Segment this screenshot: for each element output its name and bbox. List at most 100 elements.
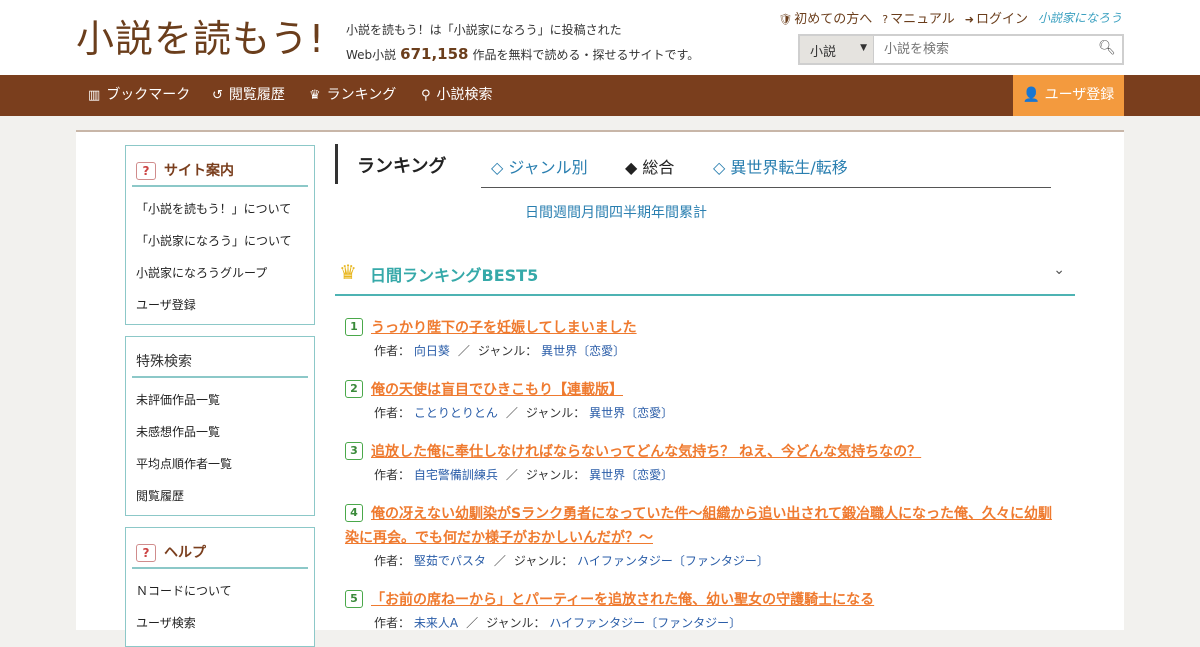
manual-link[interactable]: ? マニュアル bbox=[882, 8, 954, 27]
sidebar-item-avg-authors[interactable]: 平均点順作者一覧 bbox=[126, 448, 314, 480]
sidebar-item-unrated[interactable]: 未評価作品一覧 bbox=[126, 384, 314, 416]
entry-title[interactable]: うっかり陛下の子を妊娠してしまいました bbox=[371, 320, 637, 336]
entry-meta: 作者： 未来人A ／ ジャンル： ハイファンタジー〔ファンタジー〕 bbox=[374, 614, 1065, 631]
user-icon: 👤 bbox=[1022, 87, 1045, 103]
chevron-down-icon[interactable]: ⌄ bbox=[1053, 262, 1065, 278]
period-daily[interactable]: 日間 bbox=[525, 202, 553, 222]
entry-genre[interactable]: ハイファンタジー〔ファンタジー〕 bbox=[577, 554, 769, 568]
tab-underline bbox=[481, 187, 1051, 188]
author-label: 作者： bbox=[374, 344, 411, 358]
bookmark-icon: ▥ bbox=[88, 88, 101, 103]
nav-history[interactable]: ↺ 閲覧履歴 bbox=[212, 75, 285, 116]
nav-bookmark[interactable]: ▥ ブックマーク bbox=[88, 75, 190, 116]
user-register-button[interactable]: 👤 ユーザ登録 bbox=[1013, 75, 1124, 116]
entry-title[interactable]: 俺の天使は盲目でひきこもり【連載版】 bbox=[371, 382, 623, 398]
search-category-select[interactable]: 小説 ▼ bbox=[800, 36, 874, 63]
meta-separator: ／ bbox=[505, 468, 518, 482]
entry-author[interactable]: 未来人A bbox=[414, 616, 458, 630]
ranking-entry: 4 俺の冴えない幼馴染がSランク勇者になっていた件～組織から追い出されて鍛冶職人に… bbox=[345, 502, 1065, 569]
ranking-entry: 2 俺の天使は盲目でひきこもり【連載版】 作者： ことりとりとん ／ ジャンル： 異世… bbox=[345, 378, 1065, 421]
genre-label: ジャンル： bbox=[486, 616, 546, 630]
help-circle-icon: ? bbox=[882, 13, 889, 26]
login-link-label: ログイン bbox=[975, 12, 1028, 27]
genre-label: ジャンル： bbox=[477, 344, 538, 358]
user-register-label: ユーザ登録 bbox=[1044, 87, 1115, 103]
crown-icon: ♛ bbox=[309, 88, 321, 103]
entry-meta: 作者： 向日葵 ／ ジャンル： 異世界〔恋愛〕 bbox=[374, 342, 1065, 359]
author-label: 作者： bbox=[374, 468, 411, 482]
period-total[interactable]: 累計 bbox=[679, 202, 707, 222]
rank-number: 1 bbox=[345, 318, 363, 336]
rank-number: 5 bbox=[345, 590, 363, 608]
special-search-title: 特殊検索 bbox=[132, 345, 308, 378]
help-list: Ｎコードについて ユーザ検索 bbox=[126, 569, 314, 645]
search-bar: 小説 ▼ 🔍︎ bbox=[798, 34, 1124, 65]
nav-ranking[interactable]: ♛ ランキング bbox=[309, 75, 396, 116]
ranking-header: ランキング ◇ ジャンル別 ◆ 総合 ◇ 異世界転生/転移 bbox=[335, 144, 1053, 188]
sidebar-item-about-narou[interactable]: 「小説家になろう」について bbox=[126, 225, 314, 257]
entry-author[interactable]: ことりとりとん bbox=[414, 406, 498, 420]
work-count: 671,158 bbox=[400, 45, 469, 63]
content-panel: ? サイト案内 「小説を読もう！」について 「小説家になろう」について 小説家にな… bbox=[76, 130, 1124, 647]
narou-partner-logo[interactable]: 小説家になろう bbox=[1038, 9, 1122, 26]
main-nav: ▥ ブックマーク ↺ 閲覧履歴 ♛ ランキング ⚲ 小説検索 👤 ユーザ登録 bbox=[0, 75, 1200, 116]
special-search-list: 未評価作品一覧 未感想作品一覧 平均点順作者一覧 閲覧履歴 bbox=[126, 378, 314, 518]
sidebar-item-user-search[interactable]: ユーザ検索 bbox=[126, 607, 314, 639]
manual-link-label: マニュアル bbox=[890, 12, 955, 27]
login-link[interactable]: ➜ ログイン bbox=[965, 8, 1028, 27]
sidebar-item-narou-group[interactable]: 小説家になろうグループ bbox=[126, 257, 314, 289]
entry-author[interactable]: 向日葵 bbox=[414, 344, 450, 358]
meta-separator: ／ bbox=[457, 344, 470, 358]
rank-number: 2 bbox=[345, 380, 363, 398]
best5-header[interactable]: ♛ 日間ランキングBEST5 ⌄ bbox=[335, 250, 1075, 296]
search-button[interactable]: 🔍︎ bbox=[1092, 36, 1122, 63]
entry-title[interactable]: 「お前の席ねーから」とパーティーを追放された俺、幼い聖女の守護騎士になる bbox=[371, 592, 874, 608]
period-tabs: 日間 週間 月間 四半期 年間 累計 bbox=[525, 202, 707, 222]
tab-isekai[interactable]: ◇ 異世界転生/転移 bbox=[713, 154, 848, 178]
author-label: 作者： bbox=[374, 616, 411, 630]
sidebar-item-ncode[interactable]: Ｎコードについて bbox=[126, 575, 314, 607]
entry-meta: 作者： 自宅警備訓練兵 ／ ジャンル： 異世界〔恋愛〕 bbox=[374, 466, 1065, 483]
site-logo[interactable]: 小説を読もう! bbox=[76, 14, 325, 64]
meta-separator: ／ bbox=[493, 554, 506, 568]
tab-genre[interactable]: ◇ ジャンル別 bbox=[491, 154, 588, 178]
sidebar-item-history[interactable]: 閲覧履歴 bbox=[126, 480, 314, 512]
period-monthly[interactable]: 月間 bbox=[581, 202, 609, 222]
period-yearly[interactable]: 年間 bbox=[651, 202, 679, 222]
site-header: 小説を読もう! 小説を読もう！は「小説家になろう」に投稿された Web小説 671… bbox=[0, 0, 1200, 75]
ranking-entry: 3 追放した俺に奉仕しなければならないってどんな気持ち？ ねえ、今どんな気持ちなの… bbox=[345, 440, 1065, 483]
genre-label: ジャンル： bbox=[525, 468, 586, 482]
rank-number: 3 bbox=[345, 442, 363, 460]
tab-overall[interactable]: ◆ 総合 bbox=[625, 154, 674, 178]
entry-genre[interactable]: 異世界〔恋愛〕 bbox=[541, 344, 625, 358]
special-search-box: 特殊検索 未評価作品一覧 未感想作品一覧 平均点順作者一覧 閲覧履歴 bbox=[125, 336, 315, 516]
nav-history-label: 閲覧履歴 bbox=[228, 87, 285, 103]
ranking-label: ランキング bbox=[357, 156, 447, 177]
entry-genre[interactable]: 異世界〔恋愛〕 bbox=[589, 406, 673, 420]
tagline: 小説を読もう！は「小説家になろう」に投稿された Web小説 671,158 作品を無… bbox=[346, 18, 699, 67]
help-box: ? ヘルプ Ｎコードについて ユーザ検索 bbox=[125, 527, 315, 647]
period-weekly[interactable]: 週間 bbox=[553, 202, 581, 222]
genre-label: ジャンル： bbox=[513, 554, 574, 568]
entry-author[interactable]: 堅茹でパスタ bbox=[414, 554, 486, 568]
sidebar-item-about-yomou[interactable]: 「小説を読もう！」について bbox=[126, 193, 314, 225]
nav-bookmark-label: ブックマーク bbox=[106, 87, 191, 103]
author-label: 作者： bbox=[374, 406, 411, 420]
beginners-link[interactable]: 🛡 初めての方へ bbox=[778, 8, 872, 27]
entry-title[interactable]: 追放した俺に奉仕しなければならないってどんな気持ち？ ねえ、今どんな気持ちなの？ bbox=[371, 444, 921, 460]
search-input[interactable] bbox=[874, 36, 1092, 63]
crown-icon: ♛ bbox=[339, 260, 357, 284]
entry-author[interactable]: 自宅警備訓練兵 bbox=[414, 468, 498, 482]
period-quarterly[interactable]: 四半期 bbox=[609, 202, 651, 222]
site-guide-list: 「小説を読もう！」について 「小説家になろう」について 小説家になろうグループ … bbox=[126, 187, 314, 327]
meta-separator: ／ bbox=[505, 406, 518, 420]
search-icon: ⚲ bbox=[421, 88, 431, 103]
entry-genre[interactable]: ハイファンタジー〔ファンタジー〕 bbox=[549, 616, 741, 630]
sidebar-item-no-review[interactable]: 未感想作品一覧 bbox=[126, 416, 314, 448]
ranking-entry: 1 うっかり陛下の子を妊娠してしまいました 作者： 向日葵 ／ ジャンル： 異世界〔恋… bbox=[345, 316, 1065, 359]
entry-genre[interactable]: 異世界〔恋愛〕 bbox=[589, 468, 673, 482]
nav-novel-search[interactable]: ⚲ 小説検索 bbox=[421, 75, 493, 116]
entry-title[interactable]: 俺の冴えない幼馴染がSランク勇者になっていた件～組織から追い出されて鍛冶職人にな… bbox=[345, 506, 1052, 546]
sidebar-item-user-register[interactable]: ユーザ登録 bbox=[126, 289, 314, 321]
genre-label: ジャンル： bbox=[525, 406, 586, 420]
